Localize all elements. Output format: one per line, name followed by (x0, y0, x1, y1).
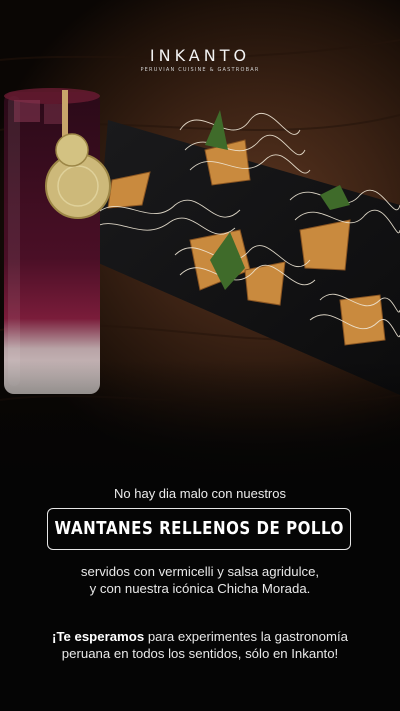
description-line-1: servidos con vermicelli y salsa agridulc… (80, 564, 320, 579)
intro-text: No hay dia malo con nuestros (114, 486, 286, 501)
dish-title-box: WANTANES RELLENOS DE POLLO (47, 508, 351, 550)
description-line-2: y con nuestra icónica Chicha Morada. (89, 581, 311, 596)
promo-story: INKANTO PERUVIAN CUISINE & GASTROBAR No … (0, 0, 400, 711)
photo-fade-overlay (0, 360, 400, 480)
invitation-line-1: ¡Te esperamos para experimentes la gastr… (0, 628, 400, 645)
brand-logo: INKANTO PERUVIAN CUISINE & GASTROBAR (0, 46, 400, 73)
chicha-morada-glass (4, 88, 111, 394)
brand-tagline: PERUVIAN CUISINE & GASTROBAR (140, 67, 260, 73)
invitation-line-1-rest: para experimentes la gastronomía (144, 629, 348, 644)
invitation-line-2: peruana en todos los sentidos, sólo en I… (61, 646, 339, 661)
dish-title: WANTANES RELLENOS DE POLLO (54, 519, 344, 539)
invitation-text: ¡Te esperamos para experimentes la gastr… (0, 628, 400, 662)
brand-name: INKANTO (149, 46, 251, 65)
dish-description: servidos con vermicelli y salsa agridulc… (0, 563, 400, 597)
invitation-emphasis: ¡Te esperamos (52, 629, 145, 644)
